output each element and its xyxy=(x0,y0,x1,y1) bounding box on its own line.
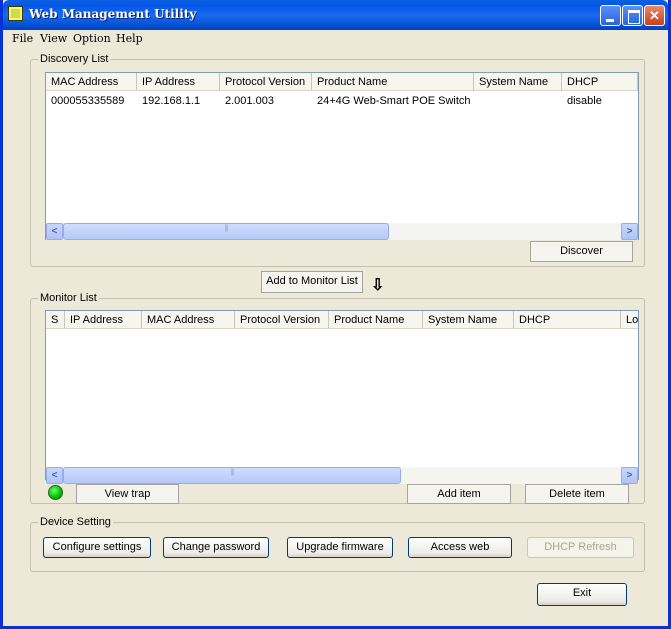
device-setting-label: Device Setting xyxy=(38,516,113,528)
upgrade-firmware-button[interactable]: Upgrade firmware xyxy=(287,537,393,558)
scroll-right-icon[interactable]: > xyxy=(621,467,638,484)
add-to-monitor-button[interactable]: Add to Monitor List xyxy=(261,271,363,293)
app-window: Web Management Utility File View Option … xyxy=(0,0,671,629)
menu-option[interactable]: Option xyxy=(73,32,111,45)
scroll-thumb[interactable] xyxy=(63,467,401,484)
close-button[interactable] xyxy=(644,5,665,26)
add-item-button[interactable]: Add item xyxy=(407,484,511,504)
scroll-thumb[interactable] xyxy=(63,223,389,240)
col-product-name[interactable]: Product Name xyxy=(329,311,423,329)
cell-dhcp: disable xyxy=(567,95,602,107)
monitor-hscrollbar[interactable]: < > xyxy=(46,467,638,484)
menu-help[interactable]: Help xyxy=(116,32,143,45)
discover-button[interactable]: Discover xyxy=(530,241,633,262)
scroll-left-icon[interactable]: < xyxy=(46,223,63,240)
menu-file[interactable]: File xyxy=(12,32,33,45)
dhcp-refresh-button[interactable]: DHCP Refresh xyxy=(527,537,634,558)
app-icon xyxy=(8,6,23,21)
col-lo[interactable]: Lo xyxy=(621,311,638,329)
configure-settings-button[interactable]: Configure settings xyxy=(43,537,151,558)
col-protocol-version[interactable]: Protocol Version xyxy=(235,311,329,329)
col-protocol-version[interactable]: Protocol Version xyxy=(220,73,312,91)
cell-mac: 000055335589 xyxy=(51,95,125,107)
table-row[interactable]: 000055335589 192.168.1.1 2.001.003 24+4G… xyxy=(46,95,638,109)
title-bar[interactable]: Web Management Utility xyxy=(3,0,668,30)
window-title: Web Management Utility xyxy=(29,7,197,21)
cell-product: 24+4G Web-Smart POE Switch ... xyxy=(317,95,474,107)
view-trap-button[interactable]: View trap xyxy=(76,484,179,504)
arrow-down-icon: ⇩ xyxy=(371,277,385,294)
discovery-group-label: Discovery List xyxy=(38,53,111,65)
monitor-group-label: Monitor List xyxy=(38,292,99,304)
col-mac-address[interactable]: MAC Address xyxy=(46,73,137,91)
scroll-left-icon[interactable]: < xyxy=(46,467,63,484)
delete-item-button[interactable]: Delete item xyxy=(525,484,629,504)
col-dhcp[interactable]: DHCP xyxy=(562,73,638,91)
col-mac-address[interactable]: MAC Address xyxy=(142,311,235,329)
col-status[interactable]: S xyxy=(46,311,65,329)
exit-button[interactable]: Exit xyxy=(537,583,627,606)
col-system-name[interactable]: System Name xyxy=(474,73,562,91)
col-product-name[interactable]: Product Name xyxy=(312,73,474,91)
col-system-name[interactable]: System Name xyxy=(423,311,514,329)
status-indicator-icon xyxy=(48,485,63,500)
col-dhcp[interactable]: DHCP xyxy=(514,311,621,329)
col-ip-address[interactable]: IP Address xyxy=(137,73,220,91)
menu-view[interactable]: View xyxy=(40,32,67,45)
access-web-button[interactable]: Access web xyxy=(408,537,512,558)
cell-protocol: 2.001.003 xyxy=(225,95,274,107)
minimize-button[interactable] xyxy=(600,5,621,26)
monitor-list[interactable]: S IP Address MAC Address Protocol Versio… xyxy=(45,310,639,480)
discovery-hscrollbar[interactable]: < > xyxy=(46,223,638,240)
change-password-button[interactable]: Change password xyxy=(163,537,269,558)
scroll-right-icon[interactable]: > xyxy=(621,223,638,240)
maximize-button[interactable] xyxy=(622,5,643,26)
col-ip-address[interactable]: IP Address xyxy=(65,311,142,329)
cell-ip: 192.168.1.1 xyxy=(142,95,201,107)
discovery-list[interactable]: MAC Address IP Address Protocol Version … xyxy=(45,72,639,240)
menu-bar: File View Option Help xyxy=(3,31,668,47)
